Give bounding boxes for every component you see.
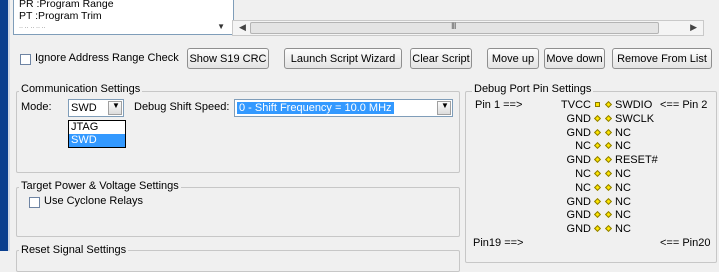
clear-script-button[interactable]: Clear Script	[410, 48, 472, 69]
pin20-label: <== Pin20	[660, 237, 711, 249]
pin-right-signal: NC	[615, 127, 631, 139]
ignore-address-range-label: Ignore Address Range Check	[35, 52, 179, 64]
pin1-label: Pin 1 ==>	[475, 99, 523, 111]
pin-left-signal: GND	[566, 127, 591, 139]
mode-selected-value: SWD	[71, 102, 97, 114]
pin-left-signal: GND	[566, 209, 591, 221]
chevron-down-icon[interactable]: ▼	[437, 101, 451, 115]
mode-option-jtag[interactable]: JTAG	[69, 121, 125, 134]
range-command-list[interactable]: PR :Program Range PT :Program Trim ·· ··…	[13, 0, 234, 35]
grip-icon: III	[451, 21, 456, 31]
mode-option-swd[interactable]: SWD	[69, 134, 125, 147]
reset-signal-title: Reset Signal Settings	[19, 244, 129, 256]
scrollbar-thumb[interactable]: III	[250, 21, 659, 34]
pin-left-signal: NC	[575, 168, 591, 180]
mode-label: Mode:	[21, 101, 52, 113]
ignore-address-range-checkbox[interactable]	[20, 54, 31, 65]
scroll-left-icon[interactable]: ◀	[239, 22, 246, 33]
chevron-down-icon[interactable]: ▼	[108, 101, 122, 115]
pin-right-signal: NC	[615, 182, 631, 194]
move-down-button[interactable]: Move down	[544, 48, 605, 69]
left-edge-highlight	[8, 0, 10, 251]
launch-script-wizard-button[interactable]: Launch Script Wizard	[284, 48, 402, 69]
communication-settings-title: Communication Settings	[19, 83, 143, 95]
pin-left-signal: GND	[566, 154, 591, 166]
move-up-button[interactable]: Move up	[487, 48, 539, 69]
use-cyclone-relays-label: Use Cyclone Relays	[44, 195, 144, 207]
list-item-partial: ·· ·· ·· ·· ··	[19, 25, 46, 31]
pin-left-signal: GND	[566, 113, 591, 125]
script-horizontal-scrollbar[interactable]: ◀ III ▶	[232, 20, 704, 36]
target-power-title: Target Power & Voltage Settings	[19, 180, 181, 192]
show-s19-crc-button[interactable]: Show S19 CRC	[187, 48, 269, 69]
pin-right-signal: SWDIO	[615, 99, 653, 111]
left-window-edge	[0, 0, 8, 251]
pin-right-signal: NC	[615, 196, 631, 208]
pin-left-signal: TVCC	[561, 99, 591, 111]
pin-right-signal: NC	[615, 223, 631, 235]
mode-dropdown-list[interactable]: JTAG SWD	[68, 120, 126, 148]
down-arrow-icon[interactable]: ▼	[217, 22, 225, 31]
remove-from-list-button[interactable]: Remove From List	[612, 48, 712, 69]
pin-right-signal: SWCLK	[615, 113, 655, 125]
list-item[interactable]: PT :Program Trim	[19, 10, 102, 22]
pin-right-signal: NC	[615, 168, 631, 180]
square-pin-icon	[595, 102, 600, 107]
pin-left-signal: GND	[566, 196, 591, 208]
pin19-label: Pin19 ==>	[473, 237, 524, 249]
pin-right-signal: NC	[615, 140, 631, 152]
scroll-right-icon[interactable]: ▶	[690, 22, 697, 33]
pin-right-signal: RESET#	[615, 154, 658, 166]
mode-select[interactable]: SWD ▼	[68, 99, 124, 117]
list-item[interactable]: PR :Program Range	[19, 0, 114, 10]
use-cyclone-relays-checkbox[interactable]	[29, 197, 40, 208]
debug-shift-speed-select[interactable]: 0 - Shift Frequency = 10.0 MHz ▼	[234, 99, 453, 117]
pin-left-signal: NC	[575, 140, 591, 152]
debug-port-pin-title: Debug Port Pin Settings	[472, 83, 594, 95]
pin-right-signal: NC	[615, 209, 631, 221]
pin-left-signal: GND	[566, 223, 591, 235]
pin2-label: <== Pin 2	[660, 99, 708, 111]
pin-left-signal: NC	[575, 182, 591, 194]
shift-speed-selected-value: 0 - Shift Frequency = 10.0 MHz	[237, 102, 394, 114]
debug-shift-speed-label: Debug Shift Speed:	[134, 101, 230, 113]
